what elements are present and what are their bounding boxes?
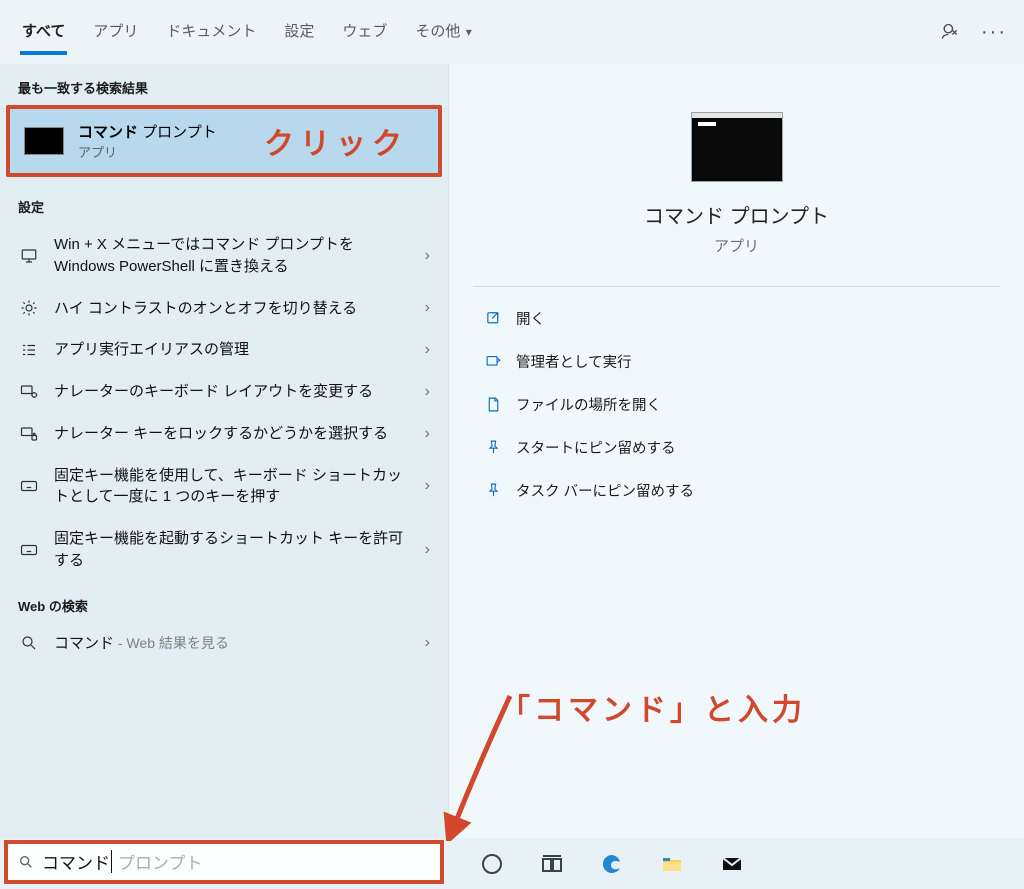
chevron-right-icon: › [425,341,430,359]
search-tabs: すべて アプリ ドキュメント 設定 ウェブ その他 ▾ ··· [0,0,1024,64]
settings-row-winx[interactable]: Win + X メニューではコマンド プロンプトを Windows PowerS… [0,224,448,288]
cortana-icon[interactable] [476,848,508,880]
settings-row-label: アプリ実行エイリアスの管理 [54,339,411,361]
settings-row-label: ナレーター キーをロックするかどうかを選択する [54,423,411,445]
web-search-query: コマンド [54,635,114,652]
chevron-right-icon: › [425,541,430,559]
action-open[interactable]: 開く [449,297,1024,340]
keyboard-icon [18,541,40,559]
tab-all[interactable]: すべて [12,10,75,55]
more-options-icon[interactable]: ··· [976,14,1012,50]
best-match-title-bold: コマンド [78,124,138,141]
chevron-right-icon: › [425,425,430,443]
chevron-right-icon: › [425,299,430,317]
best-match-result[interactable]: コマンド プロンプト アプリ クリック [6,105,442,177]
feedback-icon[interactable] [932,14,968,50]
sun-icon [18,299,40,317]
settings-row-narrator-layout[interactable]: ナレーターのキーボード レイアウトを変更する › [0,371,448,413]
chevron-right-icon: › [425,634,430,652]
settings-row-narrator-lock[interactable]: ナレーター キーをロックするかどうかを選択する › [0,413,448,455]
preview-panel: コマンド プロンプト アプリ 開く 管理者として実行 ファイルの場所を開く スタ… [448,64,1024,838]
action-run-admin[interactable]: 管理者として実行 [449,340,1024,383]
settings-row-contrast[interactable]: ハイ コントラストのオンとオフを切り替える › [0,288,448,330]
task-view-icon[interactable] [536,848,568,880]
open-icon [485,310,502,327]
taskbar-search[interactable]: コマンド プロンプト [4,840,444,884]
taskbar-icons [448,848,748,880]
settings-row-alias[interactable]: アプリ実行エイリアスの管理 › [0,329,448,371]
search-hint-text: プロンプト [118,849,203,874]
preview-app-icon [691,112,783,182]
settings-row-label: Win + X メニューではコマンド プロンプトを Windows PowerS… [54,234,411,278]
monitor-icon [18,247,40,265]
web-search-tail: - Web 結果を見る [114,635,229,651]
keyboard-icon [18,477,40,495]
results-panel: 最も一致する検索結果 コマンド プロンプト アプリ クリック 設定 Win + … [0,64,448,838]
action-label: 開く [516,308,545,329]
best-match-subtitle: アプリ [78,142,217,161]
pin-taskbar-icon [485,482,502,499]
action-label: 管理者として実行 [516,351,632,372]
search-icon [18,634,40,652]
action-open-location[interactable]: ファイルの場所を開く [449,383,1024,426]
web-search-label: コマンド - Web 結果を見る [54,633,411,655]
settings-row-label: 固定キー機能を使用して、キーボード ショートカットとして一度に 1 つのキーを押… [54,465,411,509]
folder-icon [485,396,502,413]
taskbar: コマンド プロンプト [0,838,1024,889]
monitor-lock-icon [18,425,40,443]
action-label: タスク バーにピン留めする [516,480,694,501]
shield-icon [485,353,502,370]
settings-row-label: ハイ コントラストのオンとオフを切り替える [54,298,411,320]
action-pin-taskbar[interactable]: タスク バーにピン留めする [449,469,1024,512]
explorer-icon[interactable] [656,848,688,880]
action-label: ファイルの場所を開く [516,394,661,415]
chevron-down-icon: ▾ [462,25,471,39]
settings-row-sticky-use[interactable]: 固定キー機能を使用して、キーボード ショートカットとして一度に 1 つのキーを押… [0,455,448,519]
section-settings: 設定 [0,183,448,224]
tab-apps[interactable]: アプリ [83,10,148,55]
pin-start-icon [485,439,502,456]
cmd-thumbnail-icon [24,127,64,155]
action-pin-start[interactable]: スタートにピン留めする [449,426,1024,469]
preview-title: コマンド プロンプト [449,200,1024,229]
section-web: Web の検索 [0,582,448,623]
tab-web[interactable]: ウェブ [332,10,397,55]
tab-settings[interactable]: 設定 [274,10,324,55]
monitor-gear-icon [18,383,40,401]
settings-row-label: 固定キー機能を起動するショートカット キーを許可する [54,528,411,572]
action-label: スタートにピン留めする [516,437,676,458]
tab-docs[interactable]: ドキュメント [156,10,266,55]
chevron-right-icon: › [425,477,430,495]
chevron-right-icon: › [425,247,430,265]
mail-icon[interactable] [716,848,748,880]
search-typed-text: コマンド [42,849,110,874]
annotation-click: クリック [264,119,408,163]
list-icon [18,341,40,359]
tab-more[interactable]: その他 ▾ [405,10,481,55]
web-search-row[interactable]: コマンド - Web 結果を見る › [0,623,448,665]
best-match-title: コマンド プロンプト [78,121,217,142]
settings-row-sticky-shortcut[interactable]: 固定キー機能を起動するショートカット キーを許可する › [0,518,448,582]
preview-subtitle: アプリ [449,235,1024,256]
chevron-right-icon: › [425,383,430,401]
search-icon [18,854,34,870]
best-match-title-rest: プロンプト [138,124,217,141]
edge-icon[interactable] [596,848,628,880]
settings-row-label: ナレーターのキーボード レイアウトを変更する [54,381,411,403]
tab-more-label: その他 [415,23,460,40]
section-best-match: 最も一致する検索結果 [0,64,448,105]
divider [473,286,1000,287]
